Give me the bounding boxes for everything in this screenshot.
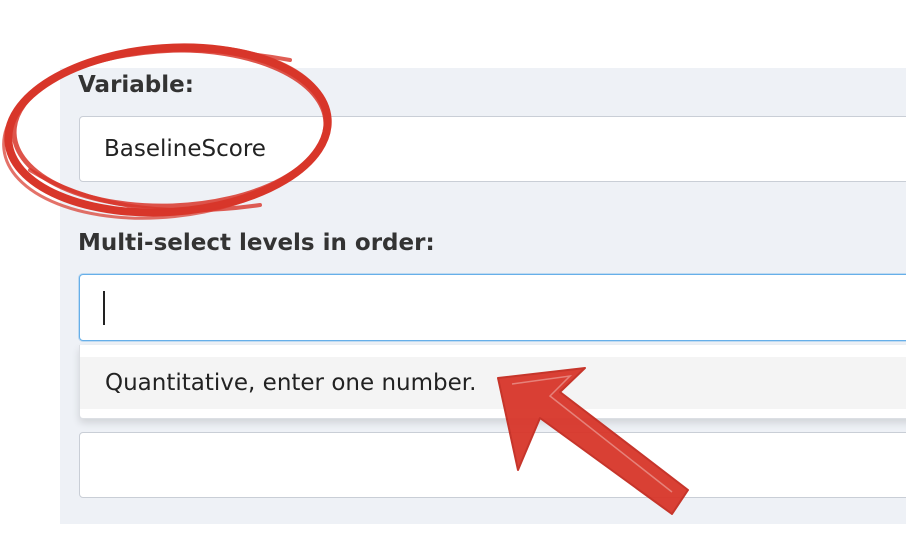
levels-multiselect-input[interactable] — [79, 274, 906, 341]
dropdown-option[interactable]: Quantitative, enter one number. — [80, 357, 906, 409]
page: Variable: BaselineScore Multi-select lev… — [0, 0, 906, 540]
levels-label: Multi-select levels in order: — [78, 230, 435, 256]
variable-label: Variable: — [78, 72, 194, 98]
secondary-input[interactable] — [79, 432, 906, 498]
variable-select-value: BaselineScore — [104, 136, 266, 162]
variable-select[interactable]: BaselineScore — [79, 116, 906, 182]
levels-dropdown: Quantitative, enter one number. — [79, 345, 906, 419]
text-caret — [103, 291, 105, 325]
